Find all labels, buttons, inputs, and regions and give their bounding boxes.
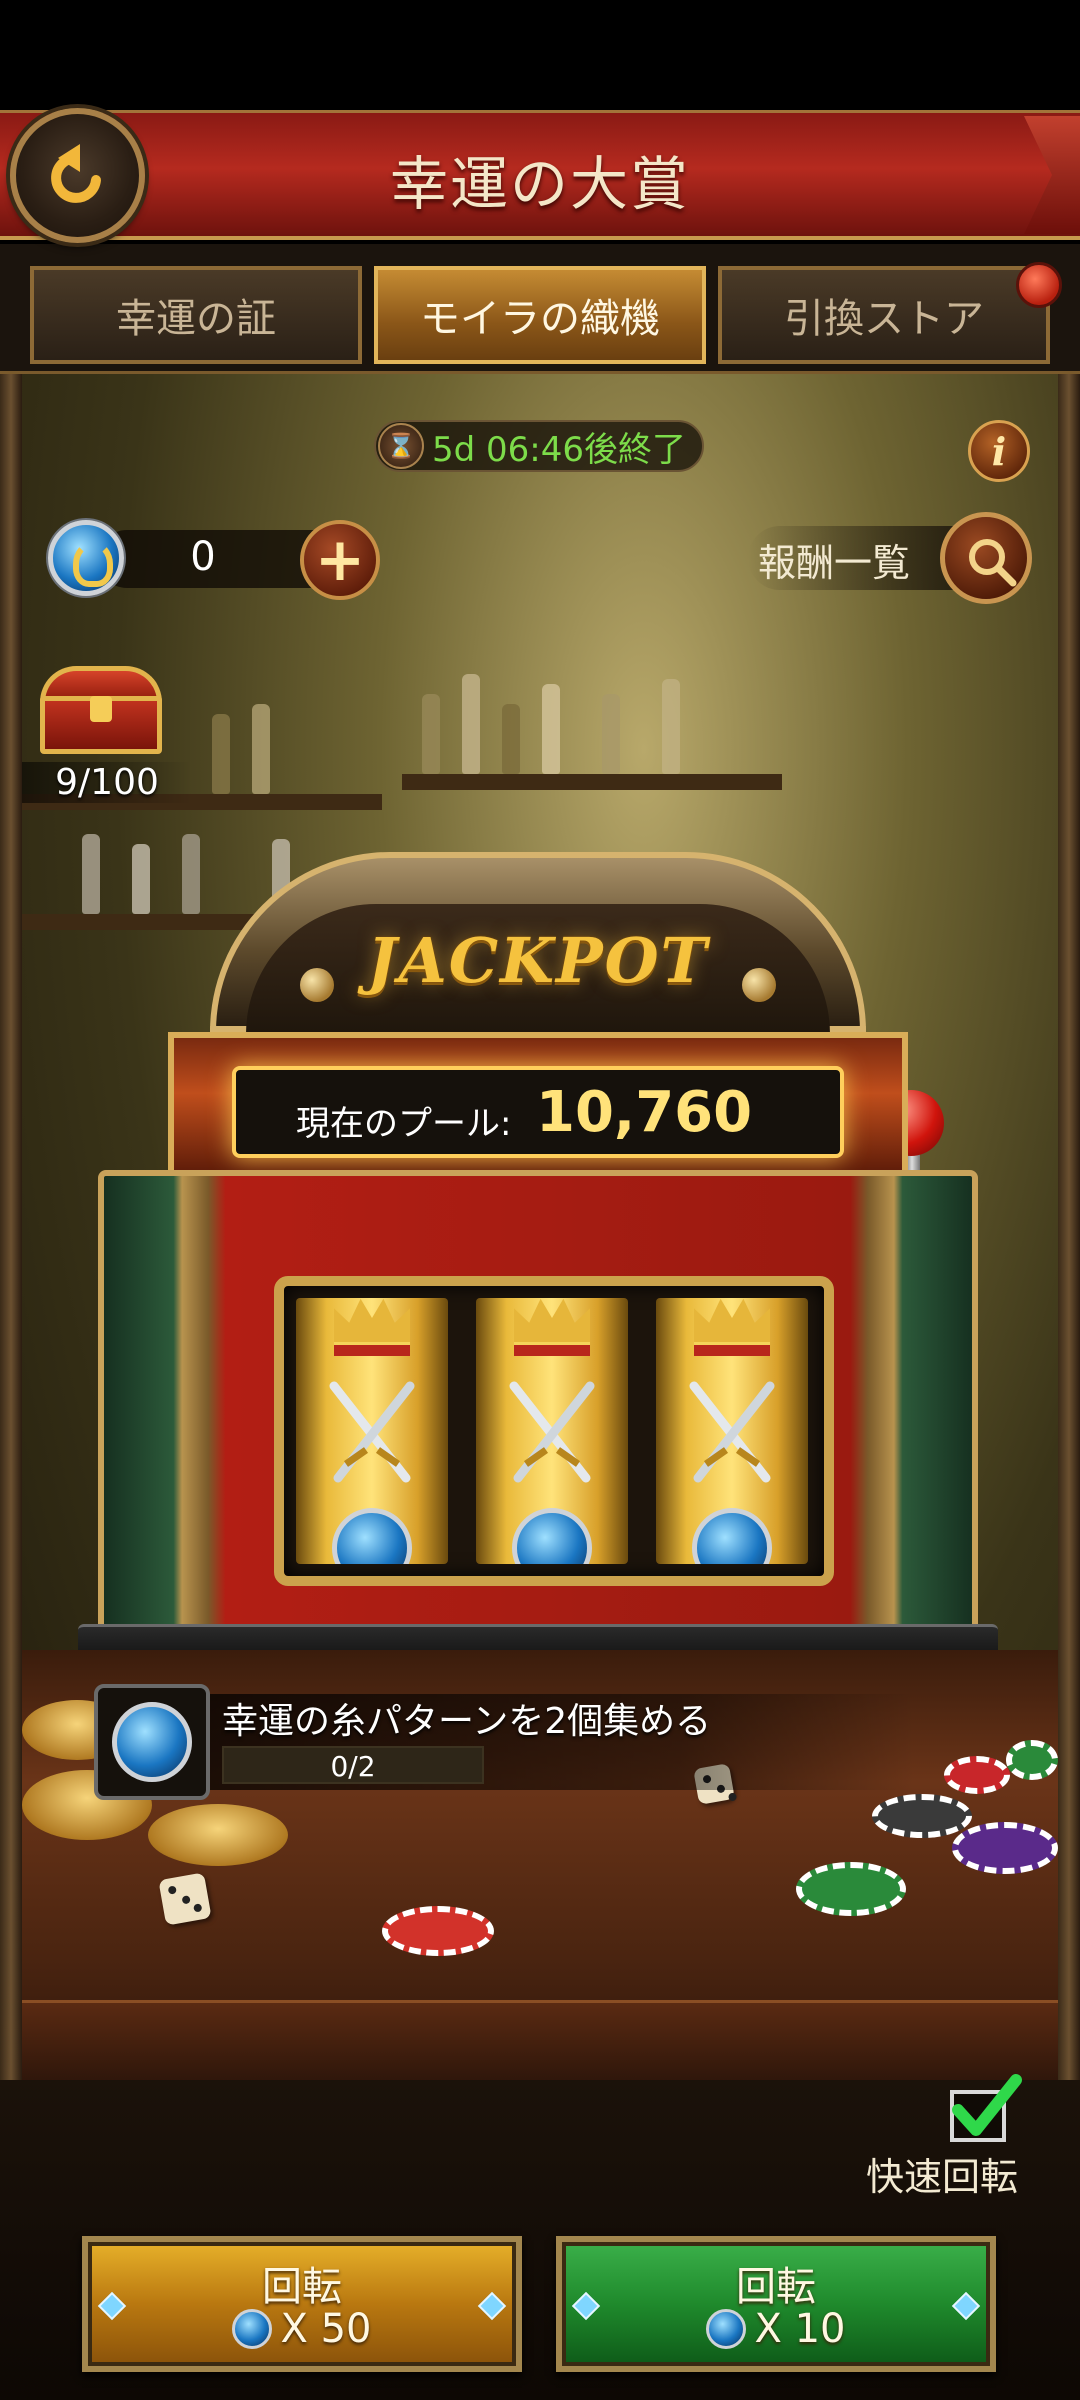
tab-lucky-proof[interactable]: 幸運の証 bbox=[30, 266, 362, 364]
back-arrow-icon bbox=[51, 144, 101, 203]
poker-chip bbox=[944, 1756, 1010, 1794]
search-icon bbox=[969, 539, 1017, 587]
reel-3 bbox=[656, 1298, 808, 1564]
chest-lock bbox=[90, 696, 112, 722]
add-coins-button[interactable]: + bbox=[300, 520, 380, 600]
spin-label: 回転 bbox=[736, 2264, 816, 2310]
decor-knob bbox=[742, 968, 776, 1002]
info-icon: i bbox=[991, 428, 1007, 474]
page-title: 幸運の大賞 bbox=[389, 150, 690, 218]
bottle bbox=[602, 694, 620, 774]
pool-panel: 現在のプール: 10,760 bbox=[168, 1032, 908, 1182]
reel-window bbox=[274, 1276, 834, 1586]
crossed-swords-icon bbox=[689, 1381, 775, 1483]
crown-band bbox=[334, 1342, 410, 1356]
chest-progress: 9/100 bbox=[22, 762, 192, 803]
spin-label: 回転 bbox=[262, 2264, 342, 2310]
poker-chip bbox=[382, 1906, 494, 1956]
gold-coin bbox=[148, 1804, 288, 1866]
shelf bbox=[402, 774, 782, 790]
checkmark-icon bbox=[952, 2074, 1022, 2136]
pool-label: 現在のプール: bbox=[296, 1104, 512, 1144]
treasure-chest-icon[interactable] bbox=[36, 666, 166, 756]
machine-body bbox=[98, 1170, 978, 1638]
poker-chip bbox=[952, 1822, 1058, 1874]
bottle bbox=[542, 684, 560, 774]
crown-icon bbox=[514, 1298, 590, 1342]
tab-exchange-store[interactable]: 引換ストア bbox=[718, 266, 1050, 364]
dice bbox=[158, 1872, 212, 1926]
tab-bar: 幸運の証 モイラの織機 引換ストア bbox=[0, 244, 1080, 374]
quest-description: 幸運の糸パターンを2個集める bbox=[222, 1701, 712, 1742]
crown-icon bbox=[334, 1298, 410, 1342]
reel-1 bbox=[296, 1298, 448, 1564]
crown-icon bbox=[694, 1298, 770, 1342]
bottle bbox=[662, 679, 680, 774]
quest-progress-bar: 0/2 bbox=[222, 1746, 484, 1784]
crossed-swords-icon bbox=[509, 1381, 595, 1483]
bottle bbox=[212, 714, 230, 794]
fate-coin-icon bbox=[48, 520, 124, 596]
fate-coin-icon bbox=[112, 1702, 192, 1782]
quest-progress-text: 0/2 bbox=[330, 1750, 376, 1783]
table-edge bbox=[22, 2000, 1058, 2090]
slot-machine: JACKPOT 現在のプール: 10,760 bbox=[78, 852, 998, 1672]
search-button[interactable] bbox=[940, 512, 1032, 604]
fate-coin-icon bbox=[706, 2309, 747, 2349]
spin-cost: X 50 bbox=[88, 2306, 516, 2352]
notification-dot bbox=[1016, 262, 1062, 308]
spin-cost-value: X 50 bbox=[280, 2306, 372, 2352]
spin-x50-button[interactable]: 回転 X 50 bbox=[82, 2236, 522, 2372]
tab-moira-loom[interactable]: モイラの織機 bbox=[374, 266, 706, 364]
bottle bbox=[422, 694, 440, 774]
fate-coin-symbol bbox=[512, 1508, 592, 1564]
quest-panel: 幸運の糸パターンを2個集める 0/2 bbox=[94, 1684, 914, 1800]
reward-list-label: 報酬一覧 bbox=[758, 541, 911, 585]
fast-spin-label: 快速回転 bbox=[865, 2155, 1018, 2199]
quest-icon-frame bbox=[94, 1684, 210, 1800]
spin-cost-value: X 10 bbox=[754, 2306, 846, 2352]
fate-coin-symbol bbox=[332, 1508, 412, 1564]
poker-chip bbox=[872, 1794, 972, 1838]
crown-band bbox=[694, 1342, 770, 1356]
fate-coin-counter: 0 + bbox=[48, 520, 380, 600]
pool-value: 10,760 bbox=[536, 1080, 753, 1145]
info-button[interactable]: i bbox=[968, 420, 1030, 482]
spin-x10-button[interactable]: 回転 X 10 bbox=[556, 2236, 996, 2372]
reel-2 bbox=[476, 1298, 628, 1564]
poker-chip bbox=[796, 1862, 906, 1916]
fast-spin-checkbox[interactable] bbox=[950, 2074, 1022, 2142]
crown-band bbox=[514, 1342, 590, 1356]
title-bar: 幸運の大賞 bbox=[0, 110, 1080, 240]
fate-coin-symbol bbox=[692, 1508, 772, 1564]
fate-coin-icon bbox=[232, 2309, 273, 2349]
reward-list-button[interactable]: 報酬一覧 bbox=[748, 510, 1032, 606]
crossed-swords-icon bbox=[329, 1381, 415, 1483]
coin-count: 0 bbox=[190, 534, 216, 580]
spin-cost: X 10 bbox=[562, 2306, 990, 2352]
decor-knob bbox=[300, 968, 334, 1002]
pool-display: 現在のプール: 10,760 bbox=[232, 1066, 844, 1158]
bottle bbox=[502, 704, 520, 774]
bottle bbox=[462, 674, 480, 774]
bottle bbox=[252, 704, 270, 794]
event-timer: ⌛ 5d 06:46後終了 bbox=[374, 420, 704, 472]
hourglass-icon: ⌛ bbox=[378, 423, 424, 469]
plus-icon: + bbox=[314, 525, 366, 595]
poker-chip bbox=[1006, 1740, 1058, 1780]
status-bar-area bbox=[0, 0, 1080, 110]
timer-text: 5d 06:46後終了 bbox=[432, 429, 687, 470]
back-button[interactable] bbox=[10, 108, 145, 243]
machine-top-arch: JACKPOT bbox=[210, 852, 866, 1034]
